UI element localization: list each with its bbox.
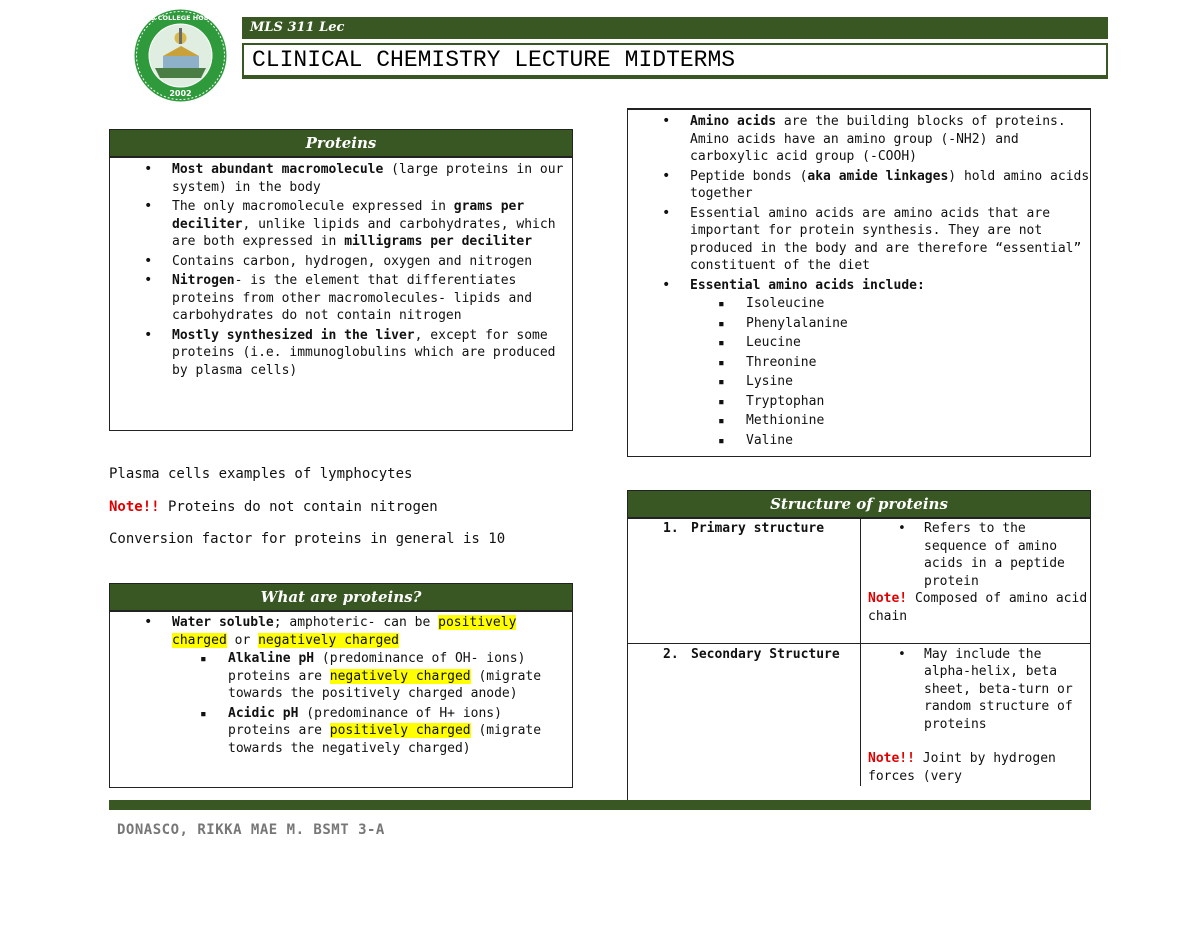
list-item: Essential amino acids are amino acids th… [628, 205, 1090, 275]
conversion-factor-note: Conversion factor for proteins in genera… [109, 531, 506, 547]
list-item: Leucine [628, 334, 1090, 352]
plasma-cells-note: Plasma cells examples of lymphocytes [109, 466, 413, 482]
list-item: Methionine [628, 412, 1090, 430]
list-item: Tryptophan [628, 393, 1090, 411]
note-label: Note! [868, 591, 908, 606]
list-item: Most abundant macromolecule (large prote… [110, 161, 572, 196]
list-item: The only macromolecule expressed in gram… [110, 198, 572, 251]
footer-divider [109, 800, 1091, 810]
list-item: Isoleucine [628, 295, 1090, 313]
list-item: Acidic pH (predominance of H+ ions) prot… [110, 705, 572, 758]
list-item: Essential amino acids include: Isoleucin… [628, 277, 1090, 450]
seal-text: ST. ANTHONY'S COLLEGE HOSPITAL SCHOOL [133, 14, 228, 22]
what-bullets: Water soluble; amphoteric- can be positi… [110, 614, 572, 757]
list-item: Alkaline pH (predominance of OH- ions) p… [110, 650, 572, 703]
structure-desc-cell: • May include the alpha-helix, beta shee… [860, 642, 1090, 786]
author-name: DONASCO, RIKKA MAE M. BSMT 3-A [117, 822, 385, 838]
list-item: Mostly synthesized in the liver, except … [110, 327, 572, 380]
proteins-heading: Proteins [110, 130, 572, 158]
school-seal-logo: ST. ANTHONY'S COLLEGE HOSPITAL SCHOOL 20… [100, 8, 261, 103]
structure-table: 1. Primary structure • Refers to the seq… [628, 519, 1090, 786]
structure-desc-cell: • Refers to the sequence of amino acids … [860, 519, 1090, 644]
charge-sublist: Alkaline pH (predominance of OH- ions) p… [110, 650, 572, 757]
seal-year: 2002 [169, 89, 191, 98]
course-code-bar: MLS 311 Lec [242, 17, 1108, 39]
list-item: Nitrogen- is the element that differenti… [110, 272, 572, 325]
list-item: Peptide bonds (aka amide linkages) hold … [628, 168, 1090, 203]
essential-amino-list: Isoleucine Phenylalanine Leucine Threoni… [628, 295, 1090, 449]
list-item: Water soluble; amphoteric- can be positi… [110, 614, 572, 757]
structure-label-cell: 2. Secondary Structure [628, 642, 861, 786]
note-label: Note!! [109, 499, 160, 515]
what-are-proteins-section: What are proteins? Water soluble; amphot… [109, 583, 573, 788]
amino-acids-section: Amino acids are the building blocks of p… [627, 108, 1091, 457]
table-row: 1. Primary structure • Refers to the seq… [628, 519, 1090, 644]
nitrogen-note: Note!! Proteins do not contain nitrogen [109, 499, 438, 515]
course-code: MLS 311 Lec [250, 20, 345, 35]
list-item: Valine [628, 432, 1090, 450]
structure-label-cell: 1. Primary structure [628, 519, 861, 644]
list-item: Amino acids are the building blocks of p… [628, 113, 1090, 166]
document-title: CLINICAL CHEMISTRY LECTURE MIDTERMS [242, 43, 1108, 77]
proteins-bullets: Most abundant macromolecule (large prote… [110, 161, 572, 379]
structure-heading: Structure of proteins [628, 491, 1090, 519]
amino-bullets: Amino acids are the building blocks of p… [628, 113, 1090, 449]
note-label: Note!! [868, 751, 915, 766]
list-item: Phenylalanine [628, 315, 1090, 333]
list-item: Lysine [628, 373, 1090, 391]
list-item: Contains carbon, hydrogen, oxygen and ni… [110, 253, 572, 271]
what-are-proteins-heading: What are proteins? [110, 584, 572, 612]
structure-section: Structure of proteins 1. Primary structu… [627, 490, 1091, 801]
table-row: 2. Secondary Structure • May include the… [628, 642, 1090, 786]
list-item: Threonine [628, 354, 1090, 372]
proteins-section: Proteins Most abundant macromolecule (la… [109, 129, 573, 431]
